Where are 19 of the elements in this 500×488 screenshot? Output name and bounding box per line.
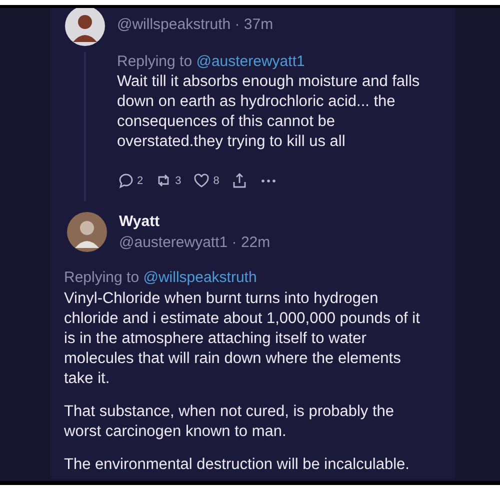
heart-icon[interactable] <box>193 172 210 189</box>
like-count: 8 <box>213 174 220 186</box>
mention-link[interactable]: @austerewyatt1 <box>196 53 305 70</box>
reply-count: 2 <box>137 174 144 186</box>
reply-icon[interactable] <box>117 172 134 189</box>
tweet-text: The environmental destruction will be incalculable. <box>64 455 410 475</box>
tweet-text: That substance, when not cured, is probably the worst carcinogen known to man. <box>64 402 396 442</box>
replying-to-label: Replying to <box>64 269 140 286</box>
retweet-count: 3 <box>175 174 182 186</box>
tweet-text: Wait till it absorbs enough moisture and falls down on earth as hydrochloric acid... the consequences of this cannot be overstated.they trying to kill us all <box>117 72 421 152</box>
handle-time: @austerewyatt1 · 22m <box>119 234 270 251</box>
tweet-text: Vinyl-Chloride when burnt turns into hydrogen chloride and i estimate about 1,000,000 pounds of it is in the atmosphere attaching itself to water molecules that will rain down where the elements take it. <box>64 289 421 389</box>
user-name: Wyatt <box>119 213 161 230</box>
share-icon[interactable] <box>231 172 248 189</box>
handle-time: @willspeakstruth · 37m <box>117 16 274 33</box>
avatar-icon[interactable] <box>67 212 107 252</box>
replying-to-label: Replying to <box>117 53 192 70</box>
mention-link[interactable]: @willspeakstruth <box>143 269 257 286</box>
avatar-icon[interactable] <box>65 8 105 46</box>
